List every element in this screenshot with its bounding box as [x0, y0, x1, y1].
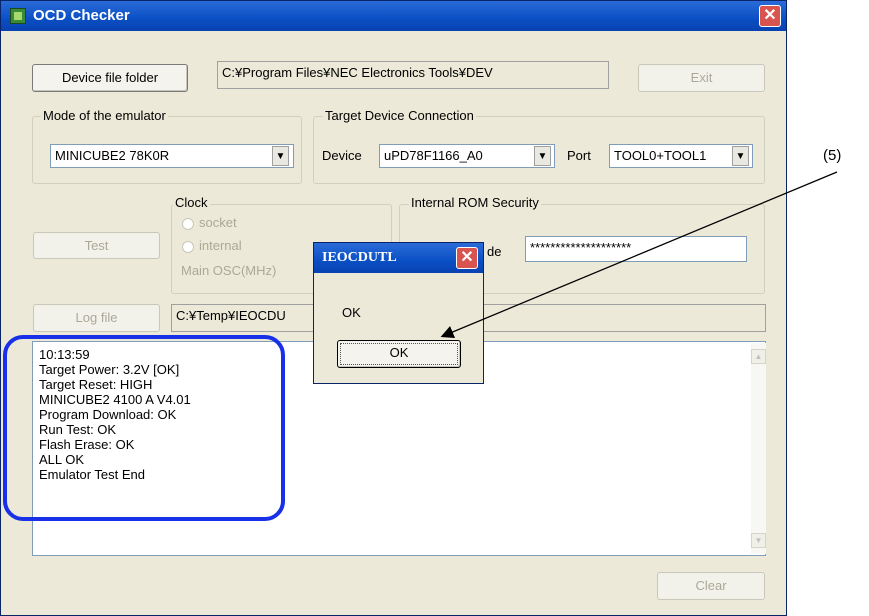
- callout-arrow: [440, 171, 838, 339]
- callout-label: (5): [823, 147, 842, 164]
